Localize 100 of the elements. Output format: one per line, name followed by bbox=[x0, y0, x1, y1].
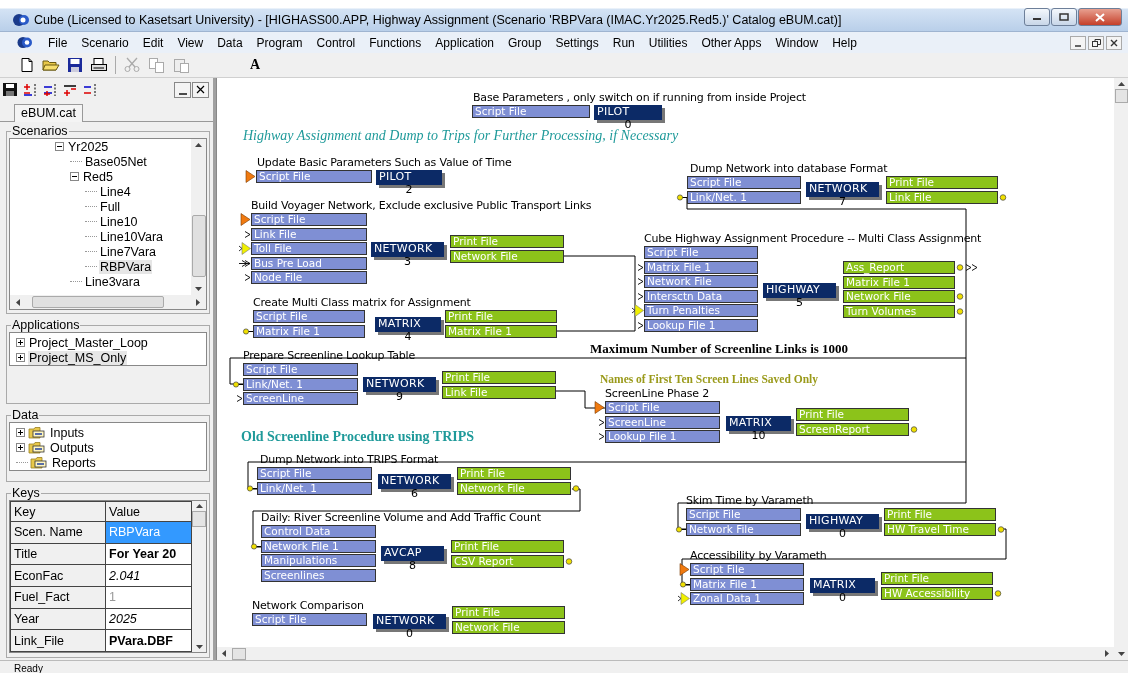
output-file[interactable]: Network File bbox=[450, 249, 564, 263]
input-file[interactable]: Link/Net. 1 bbox=[257, 481, 372, 495]
tree-item[interactable]: Project_Master_Loop bbox=[28, 335, 149, 350]
program-block[interactable]: NETWORK bbox=[371, 242, 444, 257]
tree-item[interactable]: Inputs bbox=[49, 425, 86, 440]
menu-item[interactable]: Edit bbox=[135, 35, 171, 50]
program-block[interactable]: PILOT bbox=[594, 105, 662, 120]
scroll-thumb[interactable] bbox=[191, 215, 206, 277]
input-file[interactable]: Network File bbox=[644, 275, 758, 289]
input-file[interactable]: Link/Net. 1 bbox=[687, 190, 801, 204]
input-file[interactable]: Matrix File 1 bbox=[644, 260, 758, 274]
menu-item[interactable]: Window bbox=[768, 35, 826, 50]
scroll-right-icon[interactable] bbox=[196, 298, 200, 306]
output-file[interactable]: Print File bbox=[886, 176, 998, 189]
maximize-button[interactable] bbox=[1051, 8, 1077, 26]
program-block[interactable]: MATRIX bbox=[726, 416, 791, 431]
minimize-button[interactable] bbox=[1070, 35, 1086, 50]
scrollbar[interactable] bbox=[191, 139, 206, 295]
minimize-button[interactable] bbox=[1024, 8, 1050, 26]
menu-item[interactable]: Scenario bbox=[74, 35, 136, 50]
menu-item[interactable]: Data bbox=[210, 35, 250, 50]
program-block[interactable]: MATRIX bbox=[810, 578, 875, 593]
expand-icon[interactable] bbox=[16, 353, 28, 362]
expand-icon[interactable] bbox=[16, 338, 28, 347]
scroll-thumb[interactable] bbox=[232, 647, 246, 660]
input-file[interactable]: ScreenLine bbox=[605, 415, 720, 429]
scroll-up-icon[interactable] bbox=[195, 504, 203, 508]
input-file[interactable]: Network File bbox=[686, 522, 801, 536]
input-file[interactable]: Matrix File 1 bbox=[690, 577, 804, 591]
output-file[interactable]: Matrix File 1 bbox=[445, 324, 557, 338]
tree-item[interactable]: RBPVara bbox=[99, 259, 153, 274]
menu-item[interactable]: Program bbox=[249, 35, 310, 50]
close-button[interactable] bbox=[1106, 35, 1122, 50]
output-file[interactable]: Network File bbox=[452, 620, 565, 634]
input-file[interactable]: Script File bbox=[243, 363, 358, 376]
tree-item[interactable]: Line10Vara bbox=[99, 229, 164, 244]
input-file[interactable]: Script File bbox=[472, 105, 590, 118]
menu-item[interactable]: Control bbox=[309, 35, 363, 50]
insert-row-icon[interactable] bbox=[62, 82, 78, 97]
input-file[interactable]: Toll File bbox=[251, 242, 367, 256]
scroll-thumb[interactable] bbox=[1114, 89, 1128, 103]
scroll-down-icon[interactable] bbox=[1117, 652, 1125, 656]
tree-item[interactable]: Project_MS_Only bbox=[28, 350, 128, 365]
program-block[interactable]: PILOT bbox=[376, 170, 442, 185]
expand-icon[interactable] bbox=[16, 428, 28, 437]
tree-item[interactable]: Line10 bbox=[99, 214, 139, 229]
scroll-down-icon[interactable] bbox=[195, 645, 203, 649]
scroll-down-icon[interactable] bbox=[195, 287, 202, 291]
input-file[interactable]: Lookup File 1 bbox=[605, 430, 720, 444]
scroll-thumb[interactable] bbox=[32, 296, 164, 308]
output-file[interactable]: Print File bbox=[884, 508, 996, 521]
input-file[interactable]: Link File bbox=[251, 227, 367, 241]
input-file[interactable]: Node File bbox=[251, 271, 367, 285]
input-file[interactable]: Script File bbox=[605, 401, 720, 414]
catalog-tab[interactable]: eBUM.cat bbox=[14, 104, 83, 122]
input-file[interactable]: Script File bbox=[253, 310, 365, 323]
input-file[interactable]: Turn Penalties bbox=[644, 304, 758, 318]
save-icon[interactable] bbox=[67, 57, 83, 73]
collapse-icon[interactable] bbox=[70, 172, 82, 181]
menu-item[interactable]: Settings bbox=[548, 35, 606, 50]
tree-item[interactable]: Red5 bbox=[82, 169, 114, 184]
output-file[interactable]: Network File bbox=[457, 481, 571, 495]
menu-item[interactable]: Application bbox=[428, 35, 501, 50]
output-file[interactable]: HW Travel Time bbox=[884, 522, 996, 536]
scroll-left-icon[interactable] bbox=[222, 650, 226, 657]
program-block[interactable]: HIGHWAY bbox=[806, 514, 879, 529]
output-file[interactable]: Print File bbox=[881, 572, 993, 585]
program-block[interactable]: HIGHWAY bbox=[763, 283, 836, 298]
scroll-up-icon[interactable] bbox=[1117, 82, 1125, 86]
expand-icon[interactable] bbox=[16, 443, 28, 452]
output-file[interactable]: Turn Volumes bbox=[843, 304, 955, 318]
output-file[interactable]: ScreenReport bbox=[796, 422, 909, 436]
menu-item[interactable]: Utilities bbox=[641, 35, 695, 50]
program-block[interactable]: MATRIX bbox=[375, 317, 441, 332]
program-block[interactable]: AVCAP bbox=[381, 546, 444, 561]
close-button[interactable] bbox=[192, 81, 209, 98]
program-block[interactable]: NETWORK bbox=[373, 614, 446, 629]
tree-item[interactable]: Full bbox=[99, 199, 122, 214]
output-file[interactable]: Print File bbox=[445, 310, 557, 323]
scroll-left-icon[interactable] bbox=[16, 298, 20, 306]
menu-item[interactable]: Group bbox=[501, 35, 549, 50]
input-file[interactable]: Matrix File 1 bbox=[253, 324, 365, 338]
folder-icon[interactable] bbox=[42, 57, 60, 73]
input-file[interactable]: Script File bbox=[257, 467, 372, 480]
scrollbar[interactable] bbox=[10, 295, 206, 309]
menu-item[interactable]: View bbox=[170, 35, 211, 50]
text-tool-button[interactable]: A bbox=[250, 57, 261, 73]
tree-item[interactable]: Line7Vara bbox=[99, 244, 158, 259]
program-block[interactable]: NETWORK bbox=[806, 182, 879, 197]
input-file[interactable]: Manipulations bbox=[261, 554, 376, 568]
output-file[interactable]: Link File bbox=[442, 385, 556, 399]
input-file[interactable]: Network File 1 bbox=[261, 539, 376, 553]
tree-item[interactable]: Base05Net bbox=[84, 154, 148, 169]
input-file[interactable]: Intersctn Data bbox=[644, 289, 758, 303]
output-file[interactable]: HW Accessibility bbox=[881, 586, 993, 600]
menu-item[interactable]: Other Apps bbox=[694, 35, 769, 50]
menu-item[interactable]: File bbox=[41, 35, 75, 50]
input-file[interactable]: Control Data bbox=[261, 525, 376, 538]
menu-item[interactable]: Run bbox=[605, 35, 642, 50]
program-block[interactable]: NETWORK bbox=[378, 474, 451, 489]
